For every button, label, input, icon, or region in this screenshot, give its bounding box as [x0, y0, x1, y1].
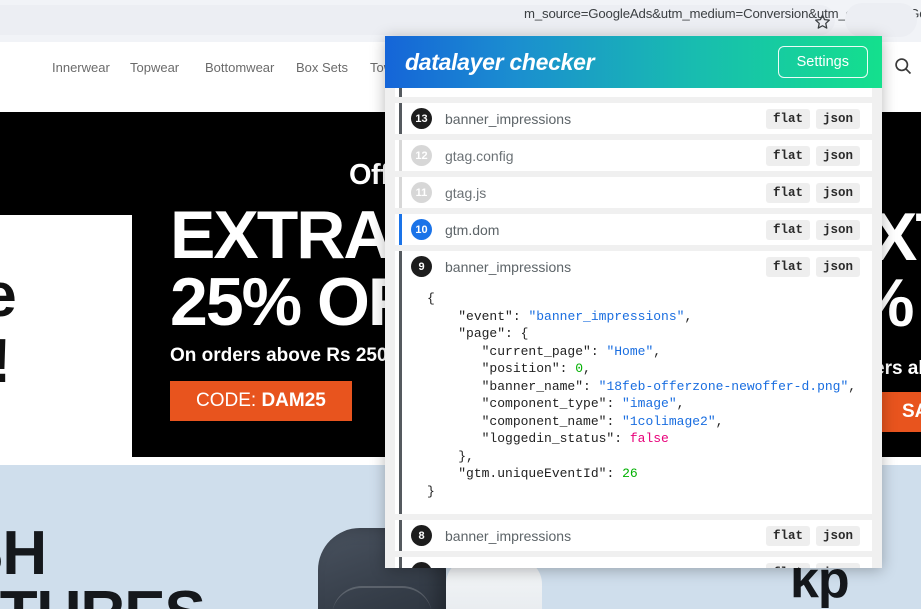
event-name: gtag.js: [445, 184, 487, 201]
json-toggle[interactable]: json: [815, 145, 860, 166]
nav-item-box-sets[interactable]: Box Sets: [296, 60, 348, 75]
nav-item-innerwear[interactable]: Innerwear: [52, 60, 110, 75]
nav-item-topwear[interactable]: Topwear: [130, 60, 179, 75]
screen: Innerwear Topwear Bottomwear Box Sets Tow Of…: [0, 0, 921, 609]
event-row[interactable]: 7 banner_impressions flat json: [395, 557, 872, 568]
popup-title: datalayer checker: [405, 48, 595, 75]
row-indicator: [399, 557, 402, 568]
event-row[interactable]: 12 gtag.config flat json: [395, 140, 872, 171]
event-row[interactable]: 10 gtm.dom flat json: [395, 214, 872, 245]
event-name: banner_impressions: [445, 110, 572, 127]
flat-toggle[interactable]: flat: [765, 145, 810, 166]
json-toggle[interactable]: json: [815, 182, 860, 203]
json-toggle[interactable]: json: [815, 256, 860, 277]
hero-line1: SH: [0, 519, 47, 588]
next-banner-code: SAV: [878, 392, 921, 432]
next-banner-subline: ers ab: [878, 358, 921, 379]
row-indicator: [399, 88, 402, 97]
banner-white-card: oose eals! Rs. 1000 only.: [0, 215, 132, 457]
event-name: banner_impressions: [445, 565, 760, 569]
white-card-line2: eals!: [0, 331, 11, 393]
flat-toggle[interactable]: flat: [765, 219, 810, 240]
json-toggle[interactable]: json: [815, 219, 860, 240]
banner-top-word: Off: [349, 159, 390, 191]
event-index-badge: 9: [411, 256, 432, 277]
row-indicator: [399, 214, 402, 245]
code-prefix: CODE:: [196, 390, 262, 412]
star-icon[interactable]: [811, 10, 833, 32]
flat-toggle[interactable]: flat: [765, 256, 810, 277]
row-indicator: [399, 140, 402, 171]
hero-line2: NTURES: [0, 583, 206, 609]
event-row[interactable]: 13 banner_impressions flat json: [395, 103, 872, 134]
json-toggle[interactable]: json: [815, 525, 860, 546]
nav-item-bottomwear[interactable]: Bottomwear: [205, 60, 274, 75]
event-index-badge: 13: [411, 108, 432, 129]
event-row[interactable]: 8 banner_impressions flat json: [395, 520, 872, 551]
next-banner-line2: %: [878, 269, 914, 337]
row-indicator: [399, 103, 402, 134]
event-index-badge: 12: [411, 145, 432, 166]
flat-toggle[interactable]: flat: [765, 108, 810, 129]
event-index-badge: 8: [411, 525, 432, 546]
white-card-line1: oose: [0, 265, 17, 327]
row-indicator: [399, 520, 402, 551]
event-name: gtag.config: [445, 147, 514, 164]
settings-button[interactable]: Settings: [777, 46, 868, 78]
json-toggle[interactable]: json: [815, 562, 860, 568]
event-row-expanded[interactable]: 9 banner_impressions flat json { "event": "b…: [395, 251, 872, 514]
event-index-badge: 10: [411, 219, 432, 240]
code-value: DAM25: [261, 390, 326, 412]
row-indicator: [399, 177, 402, 208]
event-row[interactable]: 11 gtag.js flat json: [395, 177, 872, 208]
event-index-badge: 11: [411, 182, 432, 203]
offer-banner-next[interactable]: XTR % ers ab SAV: [878, 112, 921, 457]
popup-header: datalayer checker Settings: [385, 36, 882, 88]
flat-toggle[interactable]: flat: [765, 562, 810, 568]
extensions-group: [845, 3, 917, 37]
flat-toggle[interactable]: flat: [765, 182, 810, 203]
event-index-badge: 7: [411, 562, 432, 568]
json-toggle[interactable]: json: [815, 108, 860, 129]
event-payload-json: { "event": "banner_impressions", "page":…: [427, 291, 857, 499]
search-icon[interactable]: [893, 56, 913, 82]
popup-scrollbar[interactable]: [875, 90, 880, 566]
datalayer-checker-popup: datalayer checker Settings 13 banner_impr…: [385, 36, 882, 568]
scrollbar-thumb[interactable]: [875, 210, 880, 360]
event-row-partial[interactable]: [395, 88, 872, 97]
next-banner-line1: XTR: [878, 199, 921, 275]
row-indicator: [399, 251, 402, 514]
event-name: banner_impressions: [445, 527, 572, 544]
event-list[interactable]: 13 banner_impressions flat json 12 gtag.confi…: [385, 88, 882, 568]
event-name: gtm.dom: [445, 221, 500, 238]
banner-promo-code: CODE: DAM25: [170, 381, 352, 422]
flat-toggle[interactable]: flat: [765, 525, 810, 546]
event-name: banner_impressions: [445, 258, 572, 275]
